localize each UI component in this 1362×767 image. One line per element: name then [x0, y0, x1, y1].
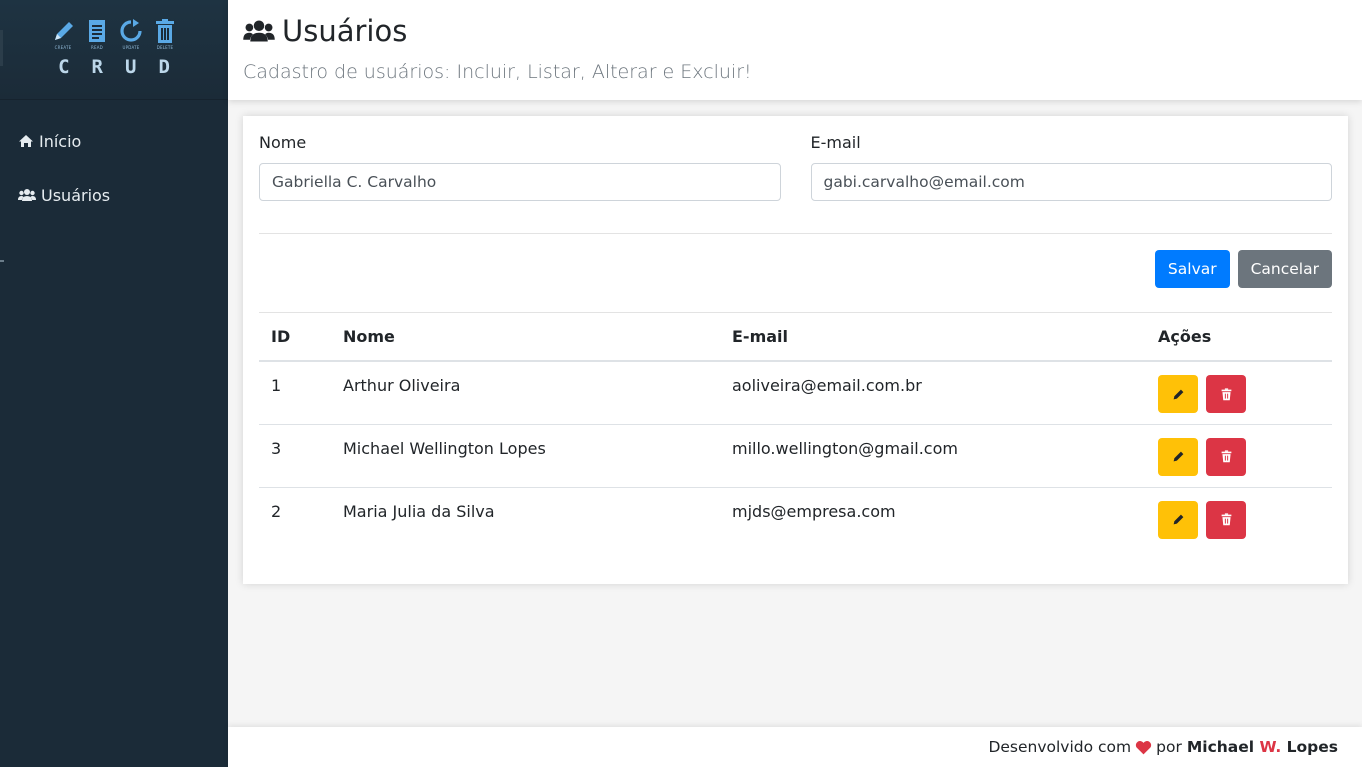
trash-icon [1221, 513, 1231, 526]
sidebar-item-label: Início [39, 131, 82, 151]
edit-button[interactable] [1158, 375, 1198, 413]
cell-actions [1146, 487, 1332, 550]
table-row: 3 Michael Wellington Lopes millo.welling… [259, 424, 1332, 488]
author-middle-initial: W. [1259, 738, 1282, 756]
row-actions [1158, 437, 1320, 476]
column-header-email: E-mail [720, 313, 1146, 362]
sidebar-nav: Início Usuários [0, 100, 228, 222]
heart-icon [1136, 740, 1152, 754]
column-header-id: ID [259, 313, 331, 362]
delete-button[interactable] [1206, 437, 1246, 476]
table-row: 1 Arthur Oliveira aoliveira@email.com.br [259, 361, 1332, 425]
divider [259, 233, 1332, 234]
cell-id: 2 [271, 501, 282, 521]
author-last-name: Lopes [1286, 738, 1338, 756]
cell-nome: Arthur Oliveira [331, 361, 720, 425]
name-label: Nome [259, 133, 307, 152]
trash-icon [1221, 387, 1231, 400]
row-actions [1158, 500, 1320, 539]
delete-button[interactable] [1206, 375, 1246, 413]
pencil-icon [1173, 514, 1183, 525]
footer-author: Michael W. Lopes [1187, 738, 1338, 756]
author-first-name: Michael [1186, 738, 1255, 756]
email-label: E-mail [810, 133, 861, 152]
cell-email: millo.wellington@gmail.com [720, 424, 1146, 488]
sidebar-edge-mark [0, 30, 3, 66]
users-icon [243, 20, 275, 42]
column-header-acoes: Ações [1146, 313, 1332, 362]
cancel-button[interactable]: Cancelar [1237, 250, 1332, 288]
cell-actions [1146, 361, 1332, 425]
form-actions: Salvar Cancelar [259, 250, 1332, 288]
logo-letter-u: U [125, 56, 137, 78]
cell-nome: Michael Wellington Lopes [331, 424, 720, 488]
email-form-group: E-mail [810, 133, 1332, 201]
name-form-group: Nome [259, 133, 781, 201]
sidebar-item-label: Usuários [41, 185, 111, 205]
logo-letter-d: D [158, 56, 170, 78]
email-input[interactable] [810, 163, 1332, 201]
edit-button[interactable] [1158, 500, 1198, 539]
sidebar-item-inicio[interactable]: Início [0, 114, 228, 168]
cell-nome: Maria Julia da Silva [343, 501, 495, 521]
column-header-nome: Nome [331, 313, 720, 362]
edit-button[interactable] [1158, 437, 1198, 476]
row-actions [1158, 375, 1320, 413]
cell-id: 1 [259, 361, 331, 425]
users-card: Nome E-mail Salvar Cancelar ID Nome E-ma… [243, 116, 1348, 584]
logo-icons: CREATE READ UPDATE DELETE [51, 18, 177, 50]
sidebar-item-usuarios[interactable]: Usuários [0, 168, 228, 222]
cell-email: mjds@empresa.com [732, 501, 896, 521]
cell-id: 3 [259, 424, 331, 488]
document-icon: READ [85, 18, 109, 50]
table-header-row: ID Nome E-mail Ações [259, 313, 1332, 362]
logo-letter-r: R [91, 56, 103, 78]
user-form: Nome E-mail [259, 133, 1332, 201]
cell-actions [1146, 424, 1332, 488]
pencil-icon [1173, 389, 1183, 399]
page-header: Usuários Cadastro de usuários: Incluir, … [228, 0, 1362, 100]
footer-by: por [1156, 738, 1182, 756]
trash-icon: DELETE [153, 18, 177, 50]
sidebar: CREATE READ UPDATE DELETE C R U D Início… [0, 0, 228, 767]
sidebar-edge-mark [0, 260, 4, 262]
save-button[interactable]: Salvar [1154, 250, 1230, 288]
name-input[interactable] [259, 163, 781, 201]
home-icon [19, 135, 33, 147]
trash-icon [1221, 450, 1231, 463]
delete-button[interactable] [1206, 500, 1246, 539]
page-subtitle: Cadastro de usuários: Incluir, Listar, A… [243, 61, 752, 83]
pencil-icon: CREATE [51, 18, 75, 50]
footer-prefix: Desenvolvido com [988, 738, 1132, 756]
page-title: Usuários [282, 14, 408, 48]
title-row: Usuários [243, 14, 1362, 48]
users-table: ID Nome E-mail Ações 1 Arthur Oliveira a… [259, 313, 1332, 550]
logo-letter-c: C [58, 56, 70, 78]
page-footer: Desenvolvido com por Michael W. Lopes [228, 727, 1362, 767]
cell-email: aoliveira@email.com.br [720, 361, 1146, 425]
pencil-icon [1173, 451, 1183, 462]
crud-logo[interactable]: CREATE READ UPDATE DELETE C R U D [0, 0, 228, 100]
users-icon [18, 189, 36, 201]
refresh-icon: UPDATE [119, 18, 143, 50]
logo-letters: C R U D [58, 56, 170, 78]
table-row: 2 Maria Julia da Silva mjds@empresa.com [259, 487, 1332, 550]
